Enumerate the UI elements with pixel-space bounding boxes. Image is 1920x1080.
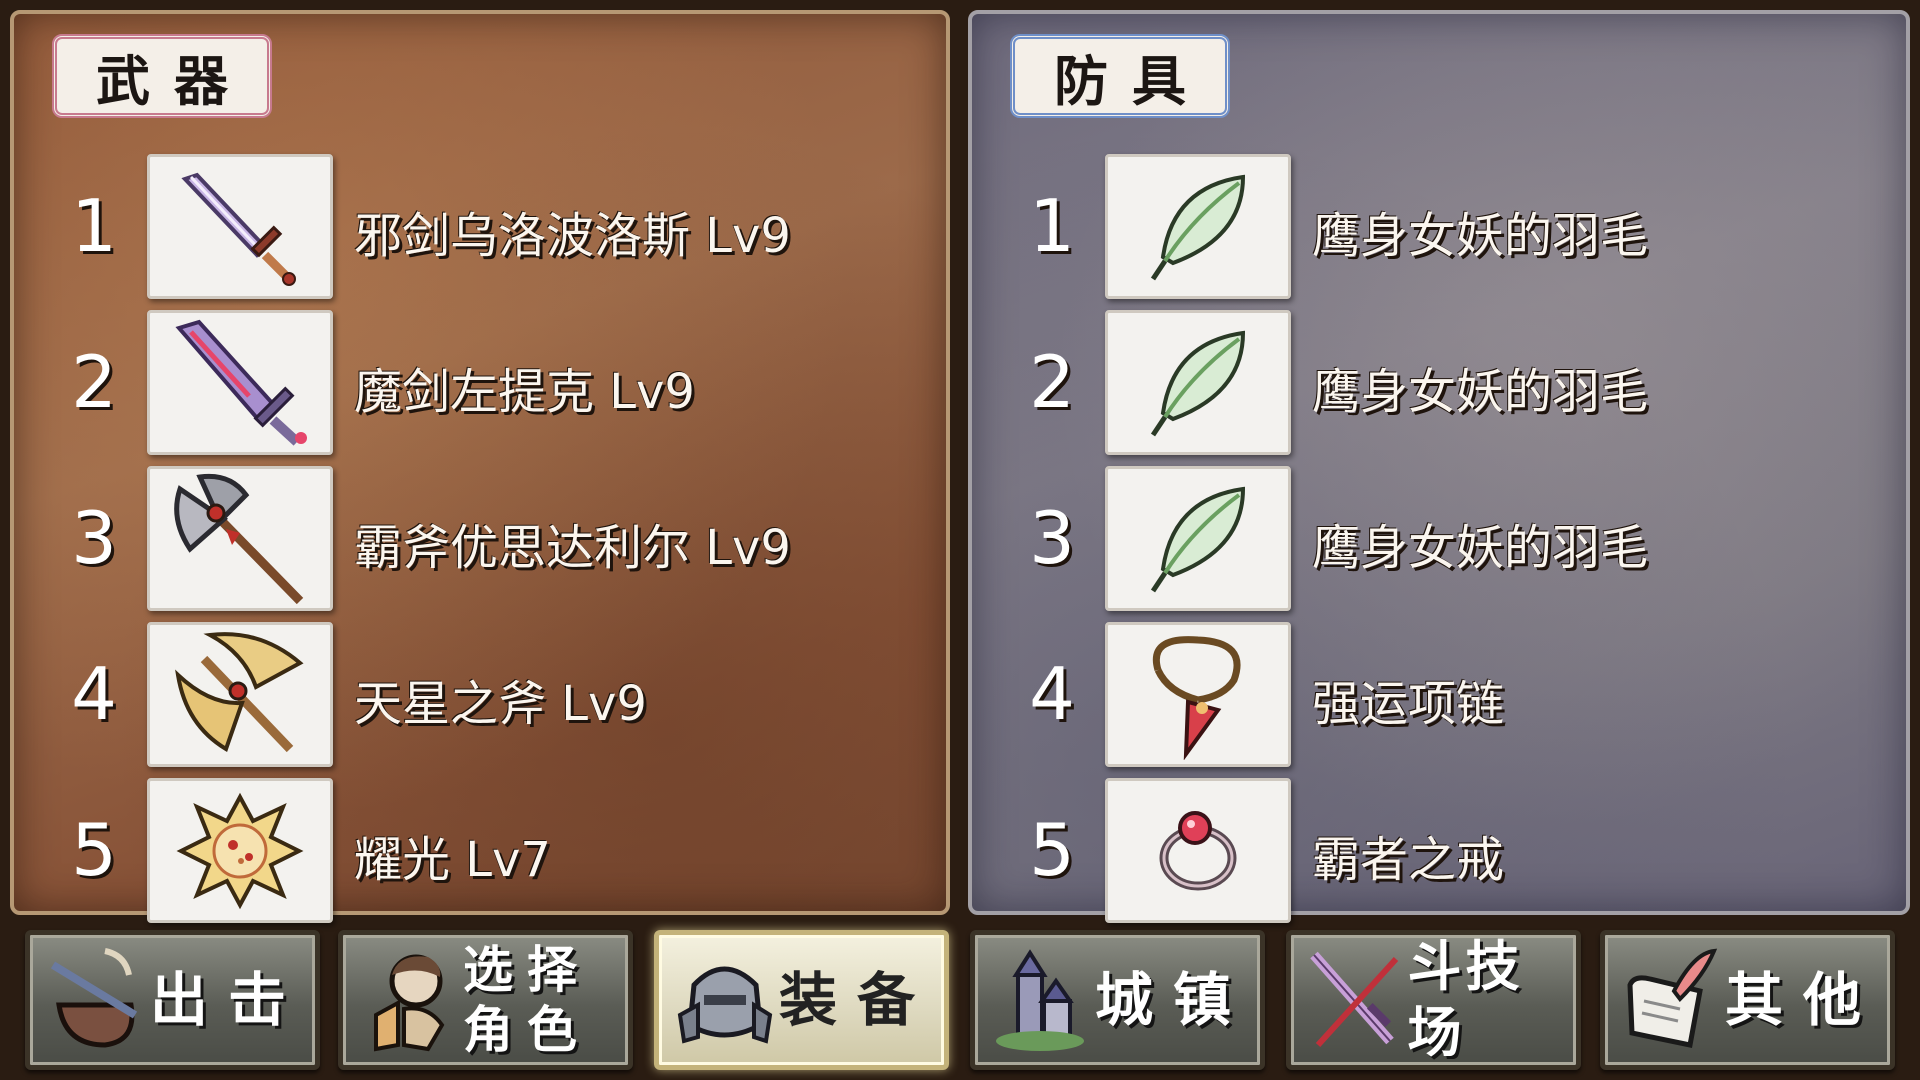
feather-icon — [1150, 174, 1246, 280]
armor-name: 鹰身女妖的羽毛 — [1312, 364, 1649, 420]
armor-row-5[interactable]: 5 霸者之戒 — [972, 778, 1906, 928]
demon-sword-icon — [175, 319, 307, 446]
necklace-icon — [1153, 635, 1241, 760]
armor-slot[interactable] — [1105, 154, 1291, 299]
weapons-panel: 武器 1 邪剑乌洛波洛斯 Lv9 2 魔剑左提克 Lv9 3 霸斧优思达利尔 L… — [10, 10, 950, 923]
weapon-slot[interactable] — [147, 622, 333, 767]
weapon-slot[interactable] — [147, 466, 333, 611]
weapon-row-2[interactable]: 2 魔剑左提克 Lv9 — [14, 310, 946, 460]
slot-number: 1 — [71, 184, 117, 268]
armor-panel-title: 防具 — [1010, 34, 1230, 118]
bottom-nav: 出击 选择 角色 装备 城镇 斗技场 其他 — [0, 930, 1920, 1080]
slot-number: 4 — [71, 652, 117, 736]
weapon-name: 魔剑左提克 Lv9 — [354, 364, 695, 420]
purple-sword-icon — [181, 172, 296, 286]
sortie-button[interactable]: 出击 — [25, 930, 320, 1070]
arena-label: 斗技场 — [1407, 935, 1524, 1064]
slot-number: 2 — [1029, 340, 1075, 424]
ring-icon — [1159, 810, 1237, 890]
equipment-label: 装备 — [779, 966, 936, 1034]
golden-axe-icon — [175, 631, 304, 752]
select-character-button[interactable]: 选择 角色 — [338, 930, 633, 1070]
armor-row-3[interactable]: 3 鹰身女妖的羽毛 — [972, 466, 1906, 616]
weapon-row-5[interactable]: 5 耀光 Lv7 — [14, 778, 946, 928]
armor-slot[interactable] — [1105, 622, 1291, 767]
battle-axe-icon — [174, 473, 304, 604]
armor-panel: 防具 1 鹰身女妖的羽毛 2 鹰身女妖的羽毛 3 鹰身女妖的羽毛 4 强运项链 … — [968, 10, 1910, 923]
feather-icon — [1150, 486, 1246, 592]
armor-name: 霸者之戒 — [1312, 832, 1505, 888]
slot-number: 1 — [1029, 184, 1075, 268]
slot-number: 3 — [71, 496, 117, 580]
feather-icon — [1150, 330, 1246, 436]
armor-helmet-icon — [669, 940, 779, 1060]
weapon-name: 霸斧优思达利尔 Lv9 — [354, 520, 791, 576]
armor-name: 鹰身女妖的羽毛 — [1312, 208, 1649, 264]
slot-number: 5 — [1029, 808, 1075, 892]
weapon-row-1[interactable]: 1 邪剑乌洛波洛斯 Lv9 — [14, 154, 946, 304]
armor-slot[interactable] — [1105, 310, 1291, 455]
castle-icon — [985, 940, 1095, 1060]
armor-slot[interactable] — [1105, 778, 1291, 923]
weapon-slot[interactable] — [147, 310, 333, 455]
armor-row-1[interactable]: 1 鹰身女妖的羽毛 — [972, 154, 1906, 304]
weapon-row-4[interactable]: 4 天星之斧 Lv9 — [14, 622, 946, 772]
slot-number: 4 — [1029, 652, 1075, 736]
town-button[interactable]: 城镇 — [970, 930, 1265, 1070]
weapon-name: 耀光 Lv7 — [354, 832, 551, 888]
sortie-icon — [40, 940, 150, 1060]
slot-number: 2 — [71, 340, 117, 424]
slot-number: 5 — [71, 808, 117, 892]
radiant-orb-icon — [176, 792, 304, 909]
arena-button[interactable]: 斗技场 — [1286, 930, 1581, 1070]
select-character-label: 选择 角色 — [463, 941, 591, 1059]
weapon-slot[interactable] — [147, 154, 333, 299]
other-button[interactable]: 其他 — [1600, 930, 1895, 1070]
equipment-button[interactable]: 装备 — [654, 930, 949, 1070]
crossed-swords-icon — [1301, 940, 1408, 1060]
slot-number: 3 — [1029, 496, 1075, 580]
town-label: 城镇 — [1095, 966, 1252, 1034]
weapon-name: 天星之斧 Lv9 — [354, 676, 647, 732]
weapons-panel-title: 武器 — [52, 34, 272, 118]
armor-slot[interactable] — [1105, 466, 1291, 611]
armor-row-2[interactable]: 2 鹰身女妖的羽毛 — [972, 310, 1906, 460]
character-icon — [353, 940, 463, 1060]
armor-row-4[interactable]: 4 强运项链 — [972, 622, 1906, 772]
weapon-row-3[interactable]: 3 霸斧优思达利尔 Lv9 — [14, 466, 946, 616]
armor-name: 鹰身女妖的羽毛 — [1312, 520, 1649, 576]
scroll-quill-icon — [1615, 940, 1725, 1060]
other-label: 其他 — [1725, 966, 1882, 1034]
weapon-name: 邪剑乌洛波洛斯 Lv9 — [354, 208, 791, 264]
weapon-slot[interactable] — [147, 778, 333, 923]
sortie-label: 出击 — [150, 966, 307, 1034]
armor-name: 强运项链 — [1312, 676, 1505, 732]
